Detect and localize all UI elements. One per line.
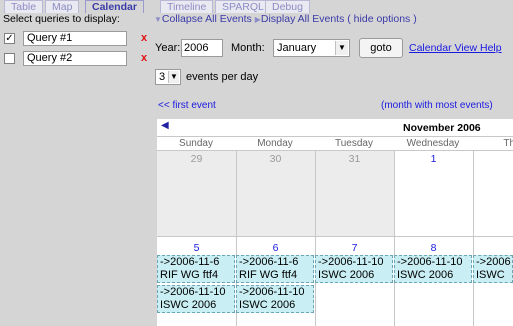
event-title: ISWC 2006 (318, 269, 375, 281)
hide-options-link[interactable]: ( hide options ) (347, 13, 416, 25)
month-select[interactable]: January ▼ (273, 39, 350, 57)
day-number: 6 (272, 242, 279, 254)
event-nav: << first event (month with most events) (154, 100, 513, 114)
weekday-label: Tuesday (335, 138, 373, 149)
day-number: 29 (190, 153, 203, 165)
query-checkbox[interactable] (4, 53, 15, 64)
day-number: 30 (269, 153, 282, 165)
calendar-event[interactable]: ->2006-11-10 ISWC 2006 (236, 285, 314, 313)
most-events-link[interactable]: (month with most events) (381, 100, 493, 111)
grid-line (394, 150, 395, 326)
remove-query-button[interactable]: x (141, 32, 147, 44)
month-select-value: January (277, 42, 317, 54)
day-number: 1 (430, 153, 437, 165)
day-number: 31 (348, 153, 361, 165)
dropdown-arrow-icon: ▼ (168, 71, 179, 83)
query-name-field[interactable]: Query #1 (23, 31, 127, 46)
options-bar: ▼Collapse All Events ▶Display All Events… (154, 13, 417, 25)
goto-button[interactable]: goto (359, 38, 403, 58)
event-date: ->2006-11-10 (239, 286, 305, 298)
calendar-header: ◀ November 2006 (157, 119, 513, 136)
event-date: ->2006-11-6 (239, 256, 299, 268)
query-panel: Select queries to display: ✓ Query #1 x … (0, 12, 154, 326)
calendar-event[interactable]: ->2006 ISWC (473, 255, 513, 283)
query-name-field[interactable]: Query #2 (23, 51, 127, 66)
weekday-label: Sunday (179, 138, 213, 149)
month-calendar: ◀ November 2006 Sunday Monday Tuesday We… (157, 119, 513, 326)
calendar-event[interactable]: ->2006-11-10 ISWC 2006 (394, 255, 472, 283)
event-date: ->2006-11-10 (160, 286, 226, 298)
query-row: Query #2 x (0, 51, 154, 67)
display-all-link[interactable]: Display All Events (261, 13, 344, 25)
event-title: RIF WG ftf4 (239, 269, 298, 281)
month-title: November 2006 (403, 122, 481, 134)
remove-query-button[interactable]: x (141, 52, 147, 64)
triangle-down-icon: ▼ (154, 15, 162, 24)
event-title: ISWC 2006 (160, 299, 217, 311)
weekday-label: Monday (257, 138, 293, 149)
month-label: Month: (231, 42, 265, 54)
weekday-header: Sunday Monday Tuesday Wednesday Thu (157, 136, 513, 150)
year-input[interactable]: 2006 (181, 39, 223, 57)
weekday-label: Wednesday (406, 138, 460, 149)
event-title: RIF WG ftf4 (160, 269, 219, 281)
collapse-all-link[interactable]: Collapse All Events (162, 13, 252, 25)
calendar-event[interactable]: ->2006-11-6 RIF WG ftf4 (157, 255, 235, 283)
weekday-label: Thu (503, 138, 513, 149)
query-row: ✓ Query #1 x (0, 31, 154, 47)
events-per-day-select[interactable]: 3 ▼ (155, 69, 181, 85)
event-title: ISWC 2006 (397, 269, 454, 281)
day-number: 5 (193, 242, 200, 254)
event-date: ->2006-11-10 (397, 256, 463, 268)
day-number: 8 (430, 242, 437, 254)
calendar-event[interactable]: ->2006-11-6 RIF WG ftf4 (236, 255, 314, 283)
query-checkbox[interactable]: ✓ (4, 33, 15, 44)
grid-line (315, 150, 316, 326)
day-number: 7 (351, 242, 358, 254)
query-panel-title: Select queries to display: (3, 13, 120, 25)
event-date: ->2006-11-10 (318, 256, 384, 268)
calendar-event[interactable]: ->2006-11-10 ISWC 2006 (157, 285, 235, 313)
grid-line (157, 236, 513, 237)
calendar-help-link[interactable]: Calendar View Help (409, 42, 502, 54)
event-date: ->2006 (476, 256, 511, 268)
year-label: Year: (155, 42, 181, 54)
grid-line (473, 150, 474, 326)
event-title: ISWC (476, 269, 505, 281)
events-per-day-value: 3 (159, 71, 166, 83)
grid-line (157, 150, 513, 151)
events-per-day-label: events per day (186, 71, 259, 83)
calendar-view: ▼Collapse All Events ▶Display All Events… (154, 0, 513, 326)
dropdown-arrow-icon: ▼ (335, 41, 348, 55)
previous-month-icon[interactable]: ◀ (161, 120, 169, 131)
event-date: ->2006-11-6 (160, 256, 220, 268)
calendar-event[interactable]: ->2006-11-10 ISWC 2006 (315, 255, 393, 283)
first-event-link[interactable]: << first event (158, 100, 216, 111)
event-title: ISWC 2006 (239, 299, 296, 311)
